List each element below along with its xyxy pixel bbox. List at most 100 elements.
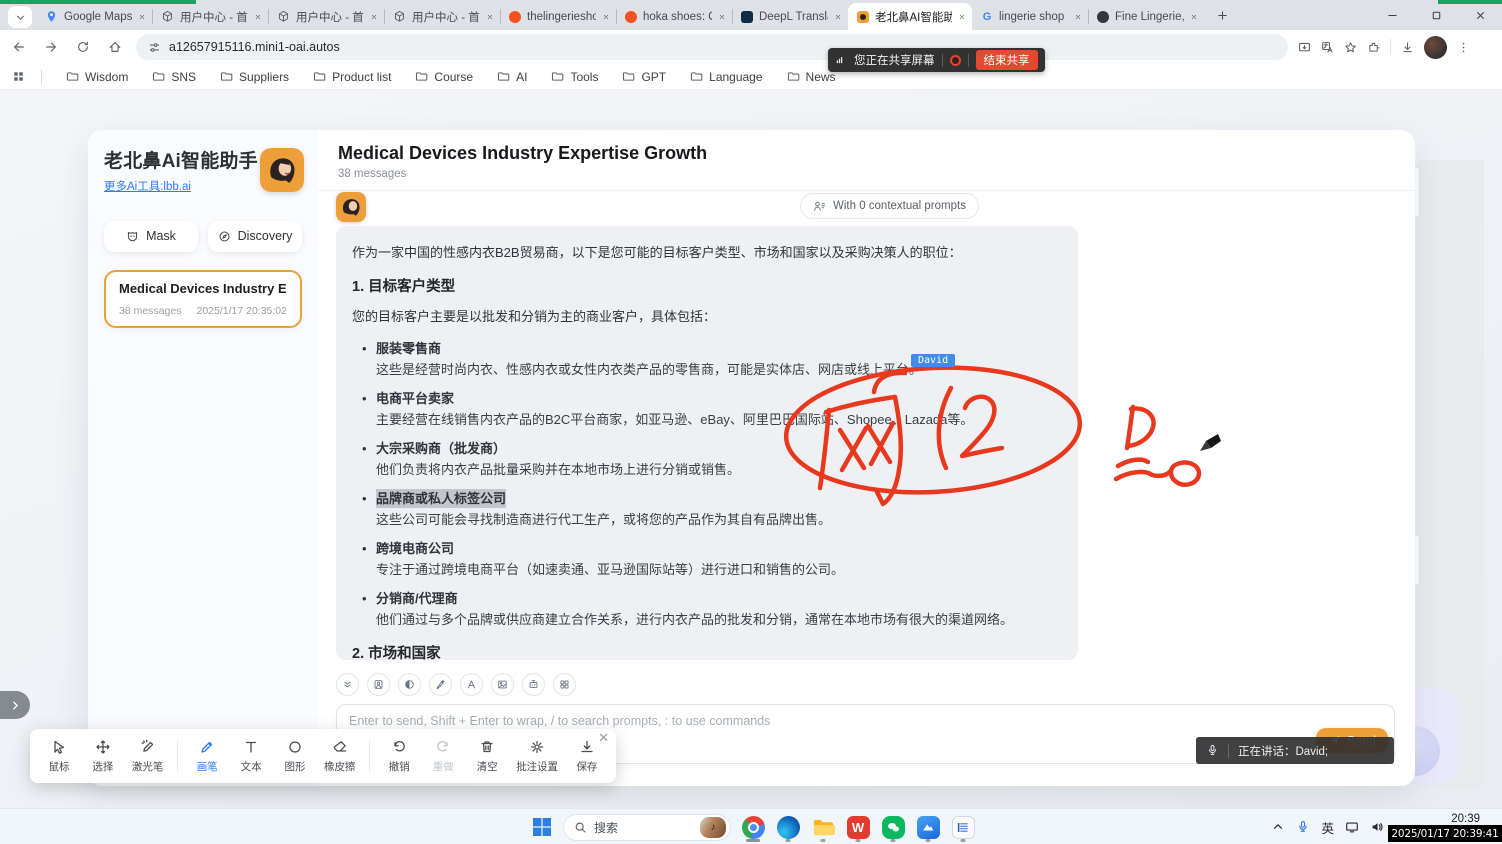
assistant-message-bubble: 作为一家中国的性感内衣B2B贸易商，以下是您可能的目标客户类型、市场和国家以及采… — [336, 226, 1078, 660]
bookmark-folder[interactable]: Product list — [313, 70, 391, 84]
taskbar-search[interactable]: 搜索 ♪ — [563, 814, 731, 841]
taskbar-explorer-icon[interactable] — [810, 812, 836, 842]
forward-button[interactable] — [38, 34, 64, 60]
laser-icon — [140, 739, 156, 756]
stop-share-button[interactable]: 结束共享 — [976, 50, 1038, 70]
annotation-tool-gear[interactable]: 批注设置 — [516, 739, 558, 774]
input-tool-prompt-wand-icon[interactable] — [429, 673, 452, 696]
taskbar-chrome-icon[interactable] — [740, 812, 766, 842]
bookmark-folder[interactable]: Tools — [551, 70, 598, 84]
message-bullet: 大宗采购商（批发商）他们负责将内衣产品批量采购并在本地市场上进行分销或销售。 — [360, 439, 1062, 480]
annotation-tool-redo[interactable]: 重做 — [428, 739, 458, 774]
taskbar-clock[interactable]: 20:39 — [1451, 813, 1480, 825]
annotation-tool-textT[interactable]: 文本 — [236, 739, 266, 774]
annotation-tool-circleShape[interactable]: 图形 — [280, 739, 310, 774]
back-button[interactable] — [6, 34, 32, 60]
browser-tab[interactable]: Fine Lingerie, Sle — [1088, 3, 1204, 30]
tray-expand-icon[interactable] — [1271, 820, 1285, 834]
input-tool-collapse-icon[interactable] — [336, 673, 359, 696]
new-tab-button[interactable] — [1210, 3, 1234, 27]
annotation-tool-undo[interactable]: 撤销 — [384, 739, 414, 774]
tab-close-icon[interactable] — [718, 13, 726, 21]
minimize-button[interactable] — [1370, 0, 1414, 30]
taskbar-blueapp-icon[interactable] — [915, 812, 941, 842]
bullet-term: 服装零售商 — [376, 339, 441, 359]
taskbar-notes-icon[interactable] — [950, 812, 976, 842]
tab-favicon — [509, 11, 521, 23]
eraser-icon — [332, 739, 348, 756]
chat-list-item[interactable]: Medical Devices Industry Exp... 38 messa… — [104, 270, 302, 328]
browser-tab[interactable]: 用户中心 - 首页 — [152, 3, 268, 30]
taskbar-edge-icon[interactable] — [775, 812, 801, 842]
browser-tab[interactable]: 老北鼻AI智能助手 — [848, 3, 972, 30]
bullet-term: 电商平台卖家 — [376, 389, 454, 409]
tab-close-icon[interactable] — [370, 13, 378, 21]
taskbar-wechat-icon[interactable] — [880, 812, 906, 842]
browser-tab[interactable]: Google Maps — [36, 3, 152, 30]
extensions-icon[interactable] — [1367, 41, 1380, 54]
translate-icon[interactable] — [1321, 41, 1334, 54]
tab-close-icon[interactable] — [834, 13, 842, 21]
bookmark-folder[interactable]: Language — [690, 70, 762, 84]
tray-microphone-icon[interactable] — [1296, 820, 1310, 834]
input-tool-image-icon[interactable] — [491, 673, 514, 696]
browser-tab[interactable]: 用户中心 - 首页 — [268, 3, 384, 30]
bookmark-folder[interactable]: Suppliers — [220, 70, 289, 84]
bookmark-folder[interactable]: SNS — [152, 70, 196, 84]
tab-close-icon[interactable] — [958, 13, 966, 21]
bookmark-folder[interactable]: AI — [497, 70, 527, 84]
bookmark-folder[interactable]: Course — [415, 70, 473, 84]
discovery-button[interactable]: Discovery — [208, 221, 302, 252]
contextual-prompts-pill[interactable]: With 0 contextual prompts — [800, 193, 979, 219]
cast-screen-icon[interactable] — [1345, 820, 1359, 834]
mask-button[interactable]: Mask — [104, 221, 198, 252]
start-button[interactable] — [530, 815, 554, 839]
speaker-icon[interactable] — [1370, 820, 1384, 834]
record-dot-icon — [950, 55, 961, 66]
input-tool-theme-icon[interactable] — [398, 673, 421, 696]
home-button[interactable] — [102, 34, 128, 60]
ime-indicator[interactable]: 英 — [1321, 818, 1334, 837]
input-tool-robot-icon[interactable] — [522, 673, 545, 696]
annotation-tool-move[interactable]: 选择 — [88, 739, 118, 774]
browser-tab[interactable]: hoka shoes: Ove — [616, 3, 732, 30]
input-tool-portrait-icon[interactable] — [367, 673, 390, 696]
tab-close-icon[interactable] — [254, 13, 262, 21]
input-tool-mask-a-icon[interactable] — [460, 673, 483, 696]
side-panel-handle[interactable] — [0, 691, 30, 719]
close-window-button[interactable] — [1458, 0, 1502, 30]
tab-close-icon[interactable] — [1190, 13, 1198, 21]
bookmark-folder[interactable]: GPT — [622, 70, 666, 84]
tab-close-icon[interactable] — [602, 13, 610, 21]
install-icon[interactable] — [1298, 41, 1311, 54]
annotation-tool-eraser[interactable]: 橡皮擦 — [324, 739, 356, 774]
menu-kebab-icon[interactable] — [1457, 41, 1470, 54]
annotation-tool-trash[interactable]: 清空 — [472, 739, 502, 774]
bookmark-folder[interactable]: Wisdom — [66, 70, 128, 84]
bookmark-folder[interactable]: News — [787, 70, 836, 84]
apps-grid-icon[interactable] — [12, 70, 25, 83]
browser-tab[interactable]: thelingerieshop — [500, 3, 616, 30]
browser-tab[interactable]: Glingerie shop - G — [972, 3, 1088, 30]
profile-avatar[interactable] — [1424, 36, 1447, 59]
site-info-icon[interactable] — [148, 41, 161, 54]
more-tools-link[interactable]: 更多Ai工具:lbb.ai — [104, 178, 191, 194]
input-tool-plugins-icon[interactable] — [553, 673, 576, 696]
tab-close-icon[interactable] — [1074, 13, 1082, 21]
maximize-button[interactable] — [1414, 0, 1458, 30]
bookmark-star-icon[interactable] — [1344, 41, 1357, 54]
annotation-tool-laser[interactable]: 激光笔 — [132, 739, 164, 774]
reload-button[interactable] — [70, 34, 96, 60]
tab-close-icon[interactable] — [486, 13, 494, 21]
browser-tab[interactable]: 用户中心 - 首页 — [384, 3, 500, 30]
page-background: 老北鼻Ai智能助手 更多Ai工具:lbb.ai Mask Discovery — [0, 90, 1502, 808]
browser-tab[interactable]: DeepL Translate — [732, 3, 848, 30]
annotation-toolbar-close-icon[interactable]: ✕ — [598, 731, 609, 744]
downloads-icon[interactable] — [1401, 41, 1414, 54]
annotation-tool-pen[interactable]: 画笔 — [192, 739, 222, 774]
address-bar[interactable]: a12657915116.mini1-oai.autos — [136, 34, 1288, 60]
tab-search-button[interactable] — [8, 6, 32, 28]
tab-close-icon[interactable] — [138, 13, 146, 21]
taskbar-wps-icon[interactable]: W — [845, 812, 871, 842]
annotation-tool-cursor[interactable]: 鼠标 — [44, 739, 74, 774]
